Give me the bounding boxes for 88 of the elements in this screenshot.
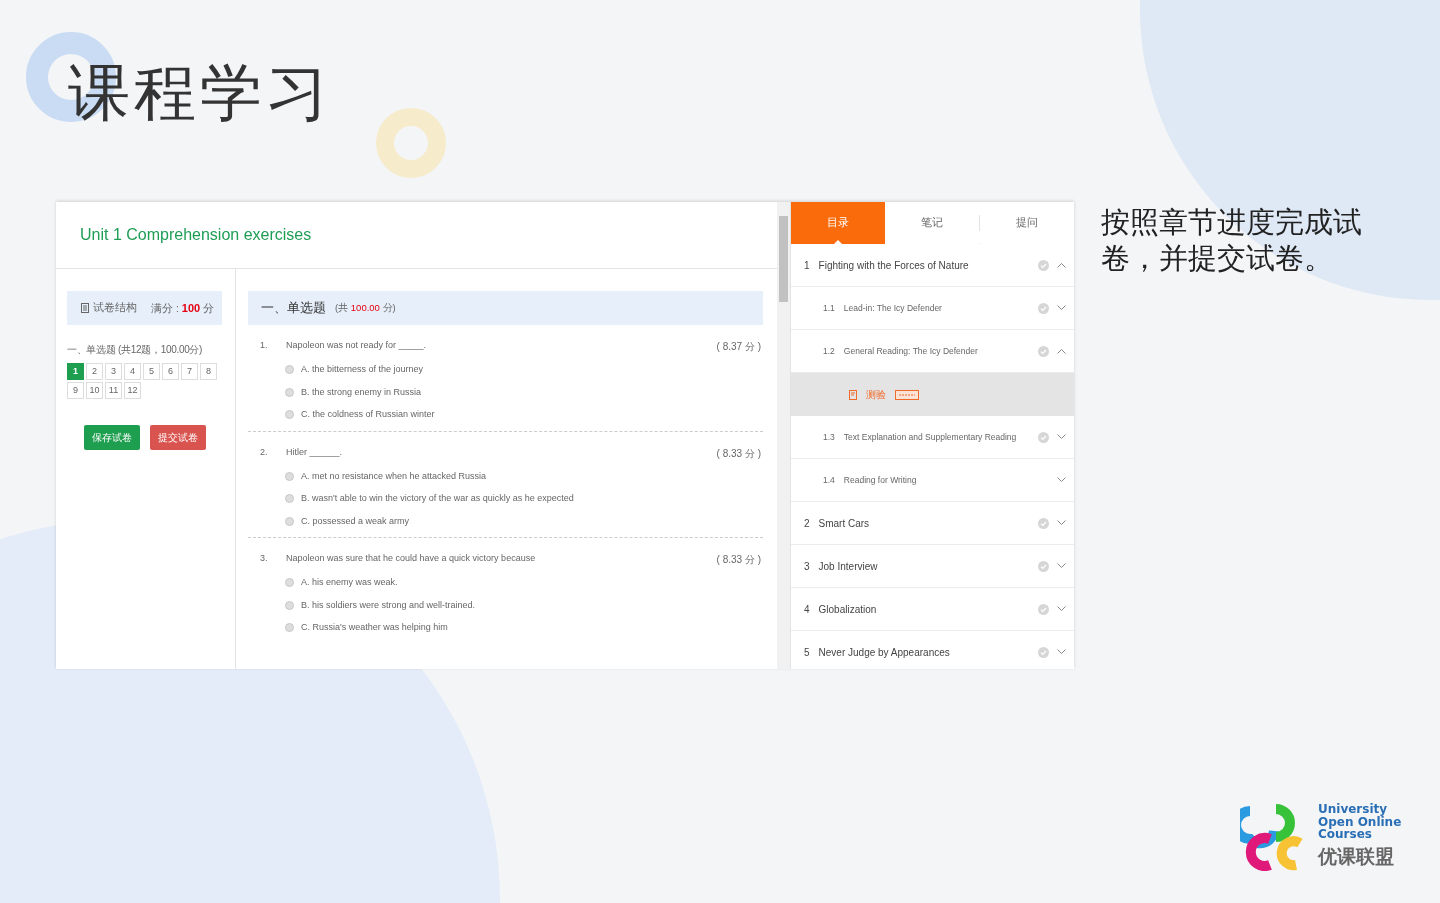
option-text: A. the bitterness of the journey <box>301 363 424 376</box>
question-number-label: 1. <box>260 339 269 352</box>
radio-button[interactable] <box>285 471 294 481</box>
item-number: 2 <box>804 516 810 531</box>
chapter-item[interactable]: 4 Globalization <box>791 588 1074 631</box>
full-score: 满分 : 100 分 <box>151 300 215 316</box>
item-number: 4 <box>804 602 810 617</box>
question-number-label: 2. <box>260 445 269 459</box>
radio-button[interactable] <box>285 600 294 610</box>
chapter-item[interactable]: 1 Fighting with the Forces of Nature <box>791 244 1074 287</box>
question-number[interactable]: 11 <box>105 382 122 399</box>
structure-label: 试卷结构 <box>93 300 137 316</box>
question-number[interactable]: 8 <box>200 363 217 380</box>
item-title: Reading for Writing <box>843 473 918 487</box>
item-number: 3 <box>804 559 810 574</box>
radio-button[interactable] <box>285 410 294 420</box>
quiz-label: 测验 <box>866 388 886 402</box>
question-text: Napoleon was sure that he could have a quick victory because <box>286 552 537 565</box>
section-summary: 一、单选题 (共12题，100.00分) <box>67 343 204 357</box>
status-tag-icon <box>895 389 919 400</box>
item-title: Smart Cars <box>818 516 871 531</box>
item-title: Globalization <box>818 602 878 617</box>
item-number: 1.3 <box>823 430 835 444</box>
section-total: (共 100.00 分) <box>335 300 396 315</box>
question-number[interactable]: 7 <box>181 363 198 380</box>
item-number: 5 <box>804 645 810 660</box>
item-title: Job Interview <box>818 559 879 574</box>
question-number[interactable]: 5 <box>143 363 160 380</box>
option-text: A. his enemy was weak. <box>301 576 398 589</box>
radio-button[interactable] <box>285 387 294 397</box>
exam-title: Unit 1 Comprehension exercises <box>80 225 312 245</box>
question-number[interactable]: 2 <box>86 363 103 380</box>
chapter-item[interactable]: 5 Never Judge by Appearances <box>791 631 1074 669</box>
logo-text: 优课联盟 <box>1318 844 1395 869</box>
scrollbar-thumb[interactable] <box>779 216 788 302</box>
radio-button[interactable] <box>285 516 294 526</box>
question-number[interactable]: 9 <box>67 382 84 399</box>
radio-button[interactable] <box>285 623 294 633</box>
slide-caption: 按照章节进度完成试卷，并提交试卷。 <box>1101 205 1363 276</box>
question-number[interactable]: 1 <box>67 363 84 380</box>
question-number[interactable]: 3 <box>105 363 122 380</box>
section-item[interactable]: 1.4 Reading for Writing <box>791 459 1074 502</box>
option-text: A. met no resistance when he attacked Russia <box>301 469 487 483</box>
decorative-ring <box>376 108 446 178</box>
item-title: Text Explanation and Supplementary Reading <box>843 430 1018 444</box>
question-score: ( 8.33 分 ) <box>716 446 761 461</box>
chapter-item[interactable]: 3 Job Interview <box>791 545 1074 588</box>
item-number: 1.2 <box>823 344 835 358</box>
item-number: 1.4 <box>823 473 835 487</box>
slide-title: 课程学习 <box>68 62 332 124</box>
scrollbar[interactable] <box>777 202 790 669</box>
tab[interactable]: 笔记 <box>885 202 979 244</box>
tab[interactable]: 提问 <box>980 202 1074 244</box>
save-button[interactable]: 保存试卷 <box>83 425 140 450</box>
question-number[interactable]: 6 <box>162 363 179 380</box>
section-item[interactable]: 1.3 Text Explanation and Supplementary Reading <box>791 416 1074 459</box>
question-number[interactable]: 12 <box>124 382 141 399</box>
question-score: ( 8.33 分 ) <box>716 553 761 567</box>
item-title: Never Judge by Appearances <box>818 645 951 660</box>
question-text: Napoleon was not ready for _____. <box>286 339 428 352</box>
option-text: C. the coldness of Russian winter <box>301 408 435 421</box>
item-title: General Reading: The Icy Defender <box>843 344 979 358</box>
question-number-label: 3. <box>260 552 269 565</box>
option-text: B. his soldiers were strong and well-trained. <box>301 598 476 612</box>
option-text: C. Russia's weather was helping him <box>301 621 448 634</box>
option-text: B. the strong enemy in Russia <box>301 385 422 399</box>
option-text: C. possessed a weak army <box>301 514 410 528</box>
document-icon <box>81 303 89 313</box>
item-number: 1.1 <box>823 301 835 315</box>
section-title: 一、单选题 <box>261 299 326 318</box>
radio-button[interactable] <box>285 578 294 588</box>
chapter-item[interactable]: 2 Smart Cars <box>791 502 1074 545</box>
item-number: 1 <box>804 258 810 273</box>
item-title: Lead-in: The Icy Defender <box>843 301 943 315</box>
item-title: Fighting with the Forces of Nature <box>818 258 970 273</box>
question-text: Hitler ______. <box>286 445 344 459</box>
radio-button[interactable] <box>285 494 294 504</box>
question-score: ( 8.37 分 ) <box>716 340 761 354</box>
logo-text: University <box>1318 803 1388 816</box>
logo-text: Courses <box>1318 828 1373 841</box>
logo-text: Open Online <box>1318 815 1402 828</box>
option-text: B. wasn't able to win the victory of the war as quickly as he expected <box>301 492 574 505</box>
section-item[interactable]: 1.1 Lead-in: The Icy Defender <box>791 287 1074 330</box>
document-icon <box>849 389 857 400</box>
question-number[interactable]: 10 <box>86 382 103 399</box>
radio-button[interactable] <box>285 365 294 375</box>
submit-button[interactable]: 提交试卷 <box>149 425 206 450</box>
question-number[interactable]: 4 <box>124 363 141 380</box>
